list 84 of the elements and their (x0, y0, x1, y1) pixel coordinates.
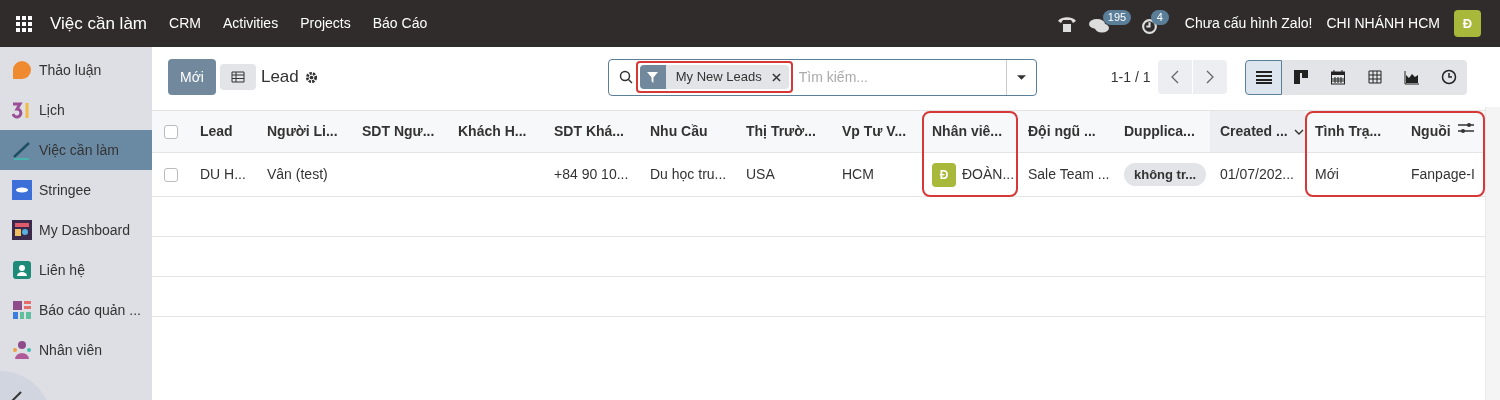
table-cell-text: 01/07/202... (1220, 165, 1294, 184)
table-cell-text: +84 90 10... (554, 165, 629, 184)
column-header[interactable]: SDT Khá... (544, 111, 640, 153)
menu-item[interactable]: Activities (222, 13, 279, 34)
list-view-icon (1256, 69, 1272, 85)
column-header[interactable]: Nhu Cầu (640, 111, 736, 153)
column-header[interactable]: Thị Trườ... (736, 111, 832, 153)
filter-icon (647, 71, 659, 83)
settings-icon[interactable] (304, 70, 318, 84)
column-header[interactable]: Đội ngũ ... (1018, 111, 1114, 153)
caret-icon (1016, 74, 1026, 80)
view-switch-button[interactable] (1430, 59, 1468, 95)
table-cell-text: Sale Team ... (1028, 165, 1110, 184)
table-cell-text: Mới (1315, 165, 1339, 184)
filter-facet[interactable]: My New Leads (635, 61, 793, 93)
clock-icon[interactable] (1140, 17, 1158, 35)
row-checkbox[interactable] (164, 167, 178, 182)
zalo-status[interactable]: Chưa cấu hình Zalo! (1184, 13, 1313, 34)
dashboard-tile-icon (12, 220, 32, 240)
table-cell-text: ĐOÀN... (962, 165, 1015, 184)
kanban-view-icon (1293, 69, 1309, 85)
chevron-right-icon (1206, 70, 1215, 84)
column-header[interactable]: Dupplica... (1114, 111, 1210, 153)
table-cell-text: Fanpage-I (1411, 165, 1475, 184)
chevron-down-icon (1293, 128, 1304, 135)
column-header[interactable]: SDT Ngư... (352, 111, 448, 153)
company-name[interactable]: CHI NHÁNH HCM (1326, 13, 1440, 34)
count-badge: 4 (1150, 9, 1169, 25)
view-switch-button[interactable] (1245, 59, 1283, 95)
clock-icon (1441, 69, 1457, 85)
table-icon (230, 71, 245, 83)
table-cell-text: DU H... (200, 165, 246, 184)
column-header[interactable]: Nhân viê... (922, 111, 1018, 153)
new-button[interactable]: Mới (168, 59, 216, 95)
sidebar-item[interactable]: Việc cần làm (0, 130, 152, 170)
list-toggle-button[interactable] (219, 64, 256, 90)
column-header[interactable]: Vp Tư V... (832, 111, 922, 153)
speech-bubble-icon (12, 60, 32, 80)
table-cell-text: USA (746, 165, 775, 184)
sidebar-item[interactable]: Stringee (0, 170, 152, 210)
sidebar-item[interactable]: Lịch (0, 90, 152, 130)
table-cell-text: HCM (842, 165, 874, 184)
app-title[interactable]: Việc cần làm (50, 10, 147, 37)
calendar-number-icon (12, 100, 32, 120)
chat-icon[interactable] (1088, 17, 1109, 34)
column-header[interactable]: Tình Trạ... (1305, 111, 1401, 153)
search-icon (618, 70, 633, 84)
chevron-left-icon (1171, 70, 1180, 84)
contact-card-icon (12, 260, 32, 280)
column-header[interactable]: Nguồi (1401, 111, 1485, 153)
table-cell-text: Vân (test) (267, 165, 328, 184)
sidebar-item[interactable]: Liên hệ (0, 250, 152, 290)
view-switch-button[interactable] (1282, 59, 1320, 95)
menu-item[interactable]: Projects (300, 13, 351, 34)
blocks-icon (12, 300, 32, 320)
table-cell-text: Du học tru... (650, 165, 727, 184)
column-header[interactable]: Người Li... (257, 111, 352, 153)
phone-icon[interactable] (1056, 14, 1077, 33)
pager-value: 1-1 / 1 (1110, 67, 1151, 87)
column-header[interactable]: Khách H... (448, 111, 544, 153)
breadcrumb: Lead (260, 66, 299, 89)
menu-item[interactable]: Báo Cáo (372, 13, 428, 34)
column-header[interactable]: Created ... (1210, 111, 1305, 153)
cloud-tile-icon (12, 180, 32, 200)
column-settings-icon[interactable] (1458, 121, 1474, 135)
close-icon[interactable] (771, 72, 781, 82)
people-icon (12, 340, 32, 360)
calendar-icon (1330, 69, 1346, 85)
search-field[interactable]: My New Leads Tìm kiếm... (607, 58, 1037, 96)
sidebar-item[interactable]: My Dashboard (0, 210, 152, 250)
sidebar-item[interactable]: Báo cáo quản ... (0, 290, 152, 330)
tag: không tr... (1124, 162, 1207, 187)
sidebar-item[interactable]: Thảo luận (0, 50, 152, 90)
area-chart-icon (1404, 69, 1420, 85)
pen-stroke-icon (12, 140, 32, 160)
count-badge: 195 (1102, 9, 1132, 25)
sidebar-item[interactable]: Nhân viên (0, 330, 152, 370)
table-grid-icon (1367, 69, 1383, 85)
select-all-checkbox[interactable] (164, 124, 178, 139)
column-header[interactable]: Lead (190, 111, 257, 153)
app-menu-icon[interactable] (16, 15, 32, 32)
menu-item[interactable]: CRM (169, 13, 201, 34)
facet-label: My New Leads (675, 68, 762, 87)
avatar: Đ (932, 162, 956, 187)
